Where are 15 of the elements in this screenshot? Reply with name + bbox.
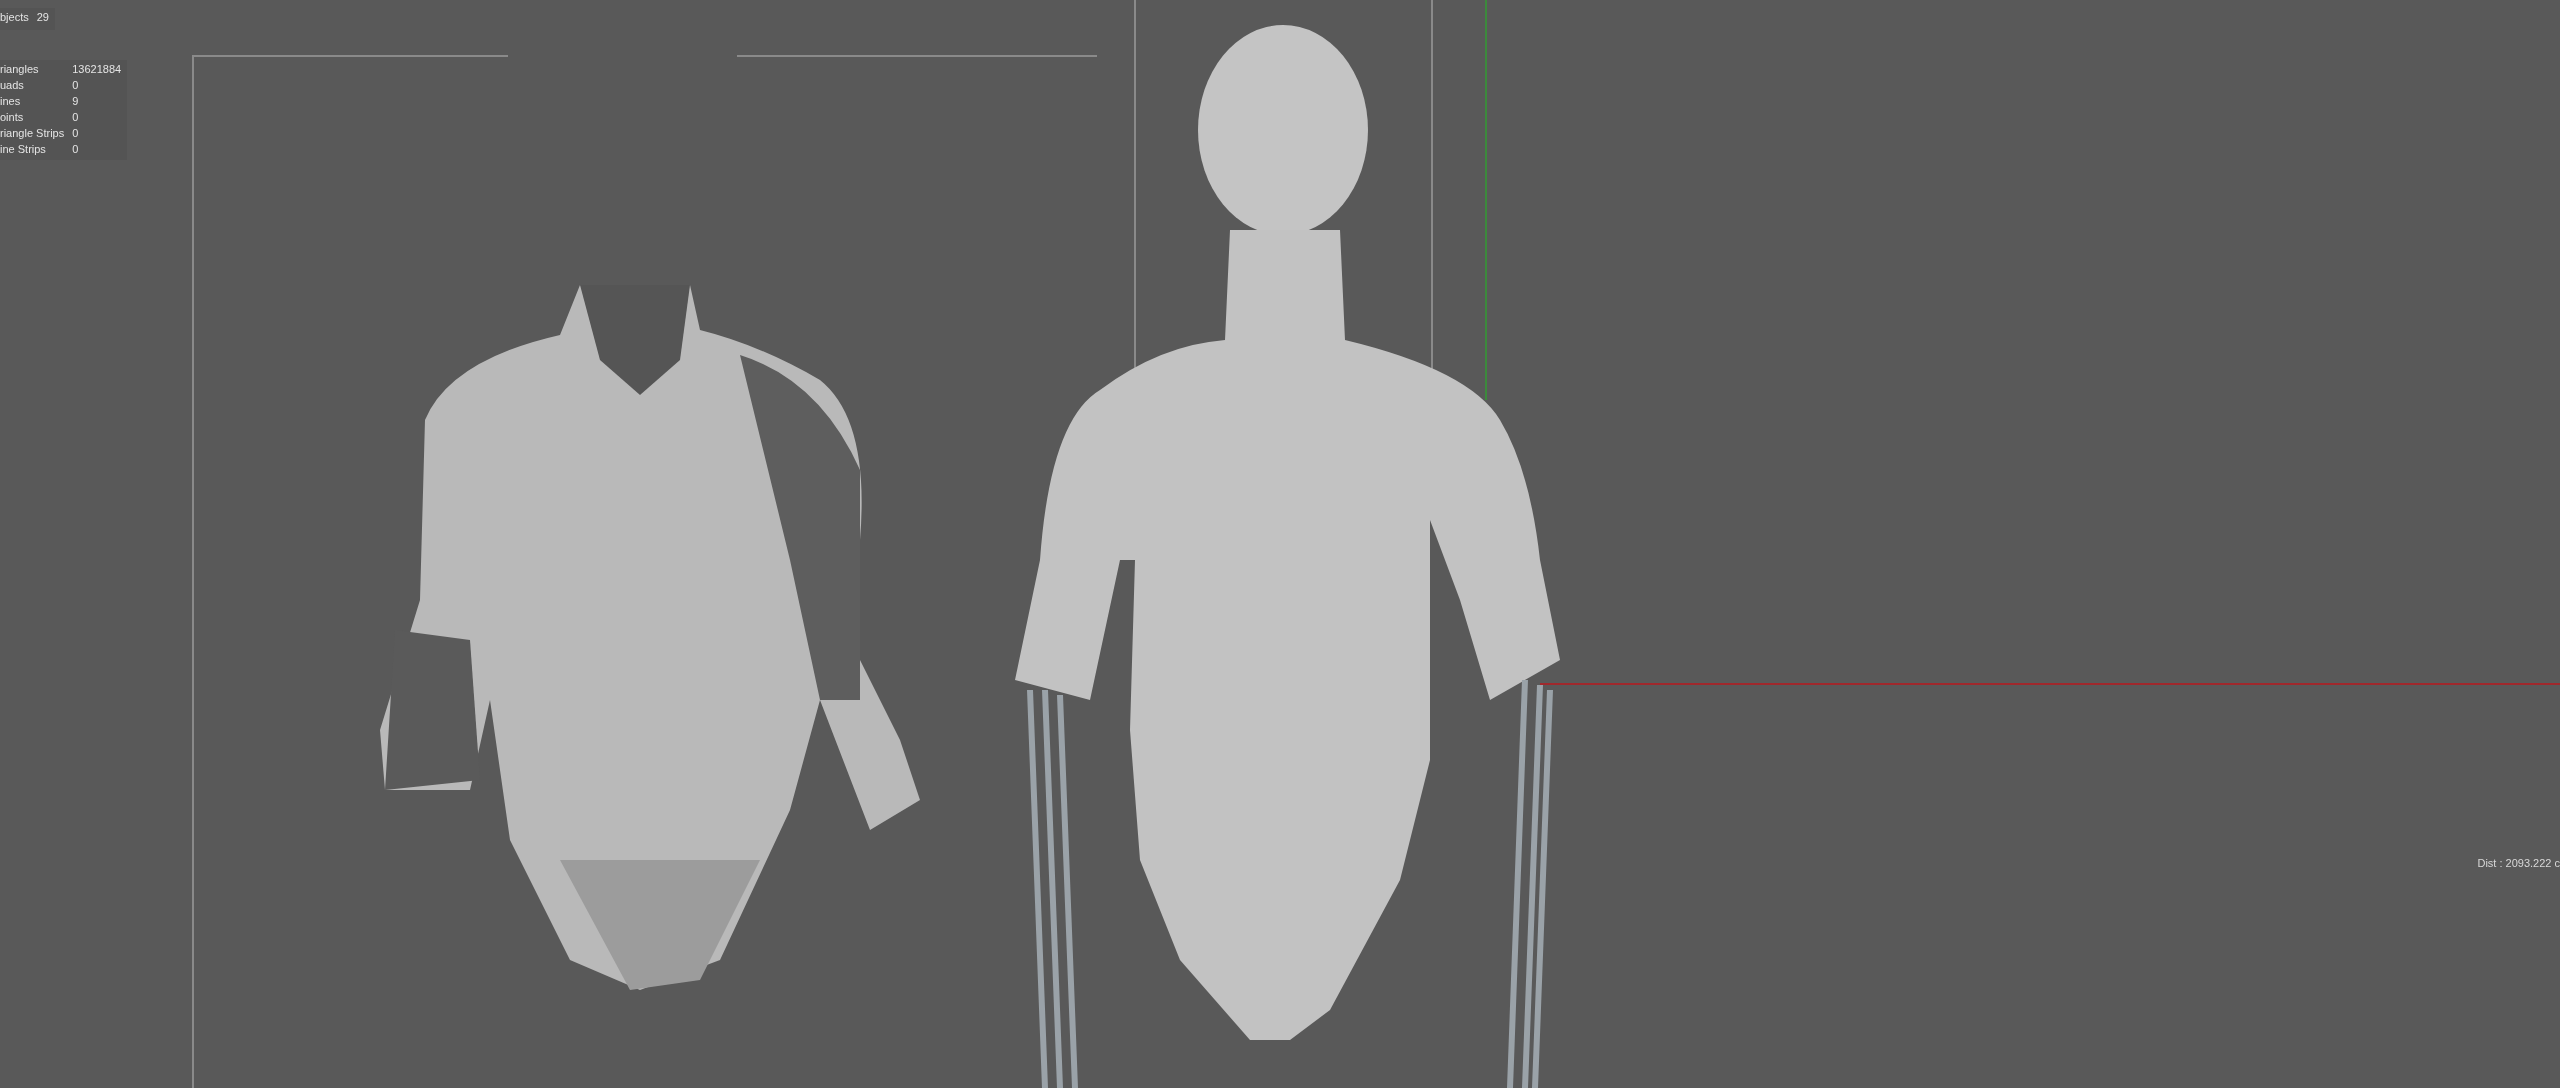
stat-label: riangle Strips [0,126,65,140]
stat-value: 0 [72,78,80,92]
stat-label: ines [0,94,22,108]
stat-value: 29 [36,10,49,24]
stat-label: riangles [0,62,40,76]
stat-value: 0 [72,110,80,124]
distance-readout: Dist : 2093.222 c [2477,857,2560,869]
stat-value: 0 [72,126,80,140]
stat-value: 0 [72,142,80,156]
stat-label: bjects [0,10,29,24]
stat-label: uads [0,78,25,92]
stat-value: 13621884 [72,62,122,76]
stat-label: oints [0,110,25,124]
stat-label: ine Strips [0,142,47,156]
stat-value: 9 [72,94,80,108]
